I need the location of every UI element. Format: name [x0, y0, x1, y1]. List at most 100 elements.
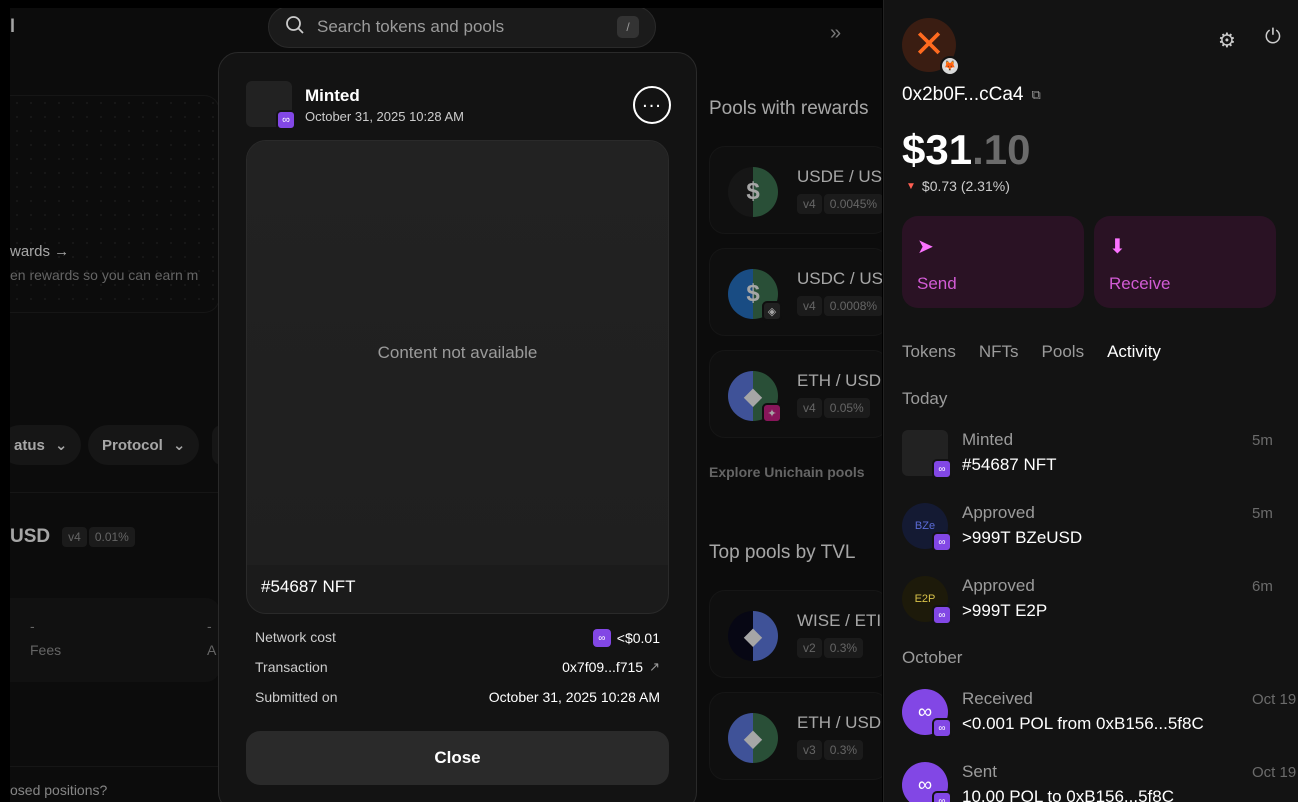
activity-desc: >999T E2P — [962, 601, 1048, 620]
pools-with-rewards-title: Pools with rewards — [709, 98, 869, 119]
group-today: Today — [902, 389, 948, 408]
version-tag: v2 — [797, 638, 822, 658]
position-stats-card — [10, 598, 220, 682]
submitted-row: Submitted on October 31, 2025 10:28 AM — [255, 689, 660, 705]
chevron-down-icon: ⌄ — [54, 437, 68, 454]
pool-card-eth-usd-v3[interactable]: ◆ ETH / USD v3 0.3% — [709, 692, 882, 780]
close-button[interactable]: Close — [246, 731, 669, 785]
search-input[interactable] — [317, 17, 605, 37]
activity-item[interactable]: BZe ∞ Approved >999T BZeUSD 5m — [902, 503, 1298, 559]
usde-token-icon: $ — [728, 167, 778, 217]
network-cost-value: <$0.01 — [616, 630, 660, 646]
divider — [10, 492, 220, 493]
gear-icon[interactable]: ⚙ — [1218, 28, 1236, 53]
network-cost-row: Network cost ∞ <$0.01 — [255, 629, 660, 647]
pool-card-eth[interactable]: ◆ ✦ ETH / USD v4 0.05% — [709, 350, 882, 438]
more-options-icon[interactable]: ... — [633, 86, 671, 124]
fee-tag: 0.0008% — [823, 296, 882, 316]
wallet-tabs: Tokens NFTs Pools Activity — [902, 342, 1161, 362]
tab-tokens[interactable]: Tokens — [902, 342, 956, 362]
activity-desc: 10.00 POL to 0xB156...5f8C — [962, 787, 1175, 802]
version-tag: v4 — [62, 527, 87, 547]
version-tag: v4 — [797, 398, 822, 418]
transaction-row: Transaction 0x7f09...f715 ↗ — [255, 659, 660, 675]
fee-tag: 0.01% — [88, 527, 135, 547]
arbitrum-chain-icon: ◈ — [762, 301, 782, 321]
activity-desc: <0.001 POL from 0xB156...5f8C — [962, 714, 1204, 733]
send-button[interactable]: ➤ Send — [902, 216, 1084, 308]
unichain-chain-icon: ✦ — [762, 403, 782, 423]
protocol-filter[interactable]: Protocol ⌄ — [88, 425, 200, 465]
power-icon[interactable]: ⏻ — [1265, 26, 1281, 49]
activity-time: 6m — [1252, 578, 1273, 595]
transaction-hash: 0x7f09...f715 — [562, 659, 644, 675]
activity-item[interactable]: ∞ ∞ Sent 10.00 POL to 0xB156...5f8C Oct … — [902, 762, 1298, 802]
activity-title: Minted — [962, 430, 1014, 449]
pool-name: USDC / US — [797, 269, 882, 288]
balance-change-value: $0.73 (2.31%) — [921, 178, 1010, 194]
send-label: Send — [917, 274, 957, 293]
activity-desc: #54687 NFT — [962, 455, 1057, 474]
tab-nfts[interactable]: NFTs — [979, 342, 1019, 362]
position-pair[interactable]: USD v4 0.01% — [10, 526, 135, 548]
external-link-icon: ↗ — [649, 659, 660, 674]
avatar-x-icon: ✕ — [913, 24, 945, 66]
balance-whole: $31 — [902, 126, 973, 173]
activity-desc: >999T BZeUSD — [962, 528, 1083, 547]
transaction-detail-modal: ∞ Minted October 31, 2025 10:28 AM ... C… — [218, 52, 697, 802]
polygon-chain-icon: ∞ — [276, 110, 296, 130]
transaction-link[interactable]: 0x7f09...f715 ↗ — [562, 659, 660, 675]
polygon-chain-icon: ∞ — [932, 532, 952, 552]
receive-button[interactable]: ⬇ Receive — [1094, 216, 1276, 308]
top-pools-title: Top pools by TVL — [709, 542, 856, 563]
fees-label: Fees — [30, 642, 62, 658]
balance-change: ▼ $0.73 (2.31%) — [906, 178, 1010, 194]
rewards-title[interactable]: wards → — [10, 243, 69, 260]
search-icon — [285, 15, 305, 40]
polygon-chain-icon: ∞ — [932, 791, 952, 802]
closed-positions-link[interactable]: osed positions? — [10, 782, 107, 798]
search-shortcut-key: / — [617, 16, 639, 38]
group-october: October — [902, 648, 963, 667]
wallet-panel: ✕ 🦊 ⚙ ⏻ 0x2b0F...cCa4 ⧉ $31.10 ▼ $0.73 (2… — [883, 0, 1298, 802]
chevron-down-icon: ⌄ — [172, 437, 186, 454]
divider — [10, 766, 220, 767]
status-filter[interactable]: atus ⌄ — [10, 425, 82, 465]
polygon-chain-icon: ∞ — [932, 718, 952, 738]
pool-name: USDE / US — [797, 167, 882, 186]
activity-item[interactable]: ∞ Minted #54687 NFT 5m — [902, 430, 1298, 486]
tab-pools[interactable]: Pools — [1042, 342, 1085, 362]
search-bar[interactable]: / — [268, 8, 656, 48]
activity-item[interactable]: ∞ ∞ Received <0.001 POL from 0xB156...5f… — [902, 689, 1298, 745]
activity-time: Oct 19 — [1252, 691, 1297, 708]
pool-card-wise[interactable]: ◆ WISE / ETI v2 0.3% — [709, 590, 882, 678]
activity-time: Oct 19 — [1252, 764, 1297, 781]
protocol-filter-label: Protocol — [102, 436, 163, 454]
receive-icon: ⬇ — [1109, 236, 1126, 258]
pool-card-usde[interactable]: $ USDE / US v4 0.0045% — [709, 146, 882, 234]
activity-item[interactable]: E2P ∞ Approved >999T E2P 6m — [902, 576, 1298, 632]
fees-value: - — [30, 618, 35, 634]
polygon-chain-icon: ∞ — [932, 605, 952, 625]
pool-card-usdc[interactable]: $ ◈ USDC / US v4 0.0008% — [709, 248, 882, 336]
submitted-value: October 31, 2025 10:28 AM — [488, 689, 660, 705]
activity-title: Sent — [962, 762, 997, 781]
network-cost-label: Network cost — [255, 629, 336, 645]
explore-pools-link[interactable]: Explore Unichain pools — [709, 464, 865, 480]
fee-tag: 0.05% — [823, 398, 870, 418]
metamask-icon: 🦊 — [940, 56, 960, 76]
collapse-chevrons-icon[interactable]: » — [830, 22, 841, 45]
modal-date: October 31, 2025 10:28 AM — [305, 109, 464, 124]
submitted-label: Submitted on — [255, 689, 338, 705]
tab-activity[interactable]: Activity — [1107, 342, 1161, 362]
wallet-address[interactable]: 0x2b0F...cCa4 ⧉ — [902, 84, 1041, 106]
activity-time: 5m — [1252, 505, 1273, 522]
version-tag: v4 — [797, 296, 822, 316]
transaction-label: Transaction — [255, 659, 328, 675]
version-tag: v4 — [797, 194, 822, 214]
polygon-chain-icon: ∞ — [592, 629, 611, 647]
nft-media-card: Content not available #54687 NFT — [246, 140, 669, 614]
copy-icon[interactable]: ⧉ — [1031, 87, 1040, 103]
wallet-address-text: 0x2b0F...cCa4 — [902, 84, 1024, 105]
apr-value: - — [207, 618, 212, 634]
